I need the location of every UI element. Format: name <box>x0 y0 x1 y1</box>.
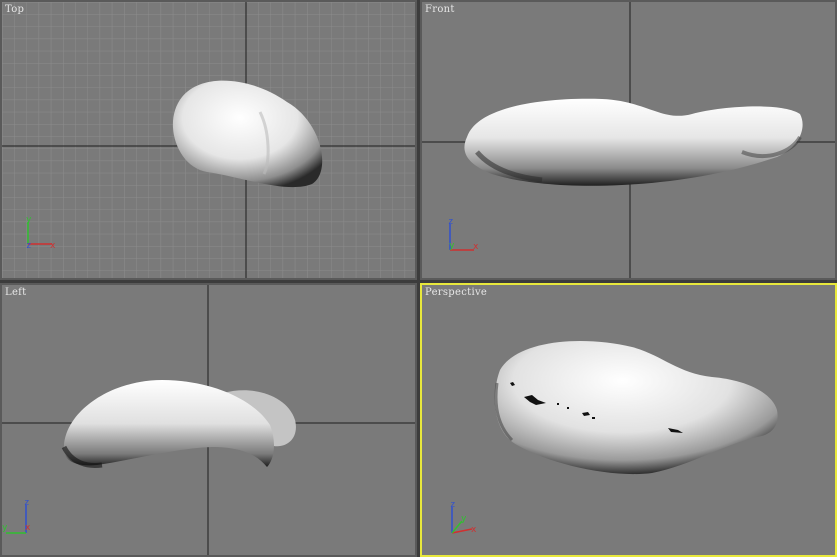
viewport-front[interactable]: Front z x y <box>420 0 837 280</box>
axis-y-letter: y <box>2 523 8 533</box>
axis-y-letter: y <box>461 514 467 524</box>
viewport-perspective[interactable]: Perspective z x y <box>420 283 837 557</box>
axis-tripod-top: y x z <box>26 215 56 251</box>
left-canvas <box>2 285 415 555</box>
viewport-label-perspective[interactable]: Perspective <box>425 287 487 298</box>
axis-y-letter: y <box>449 241 455 251</box>
axis-z-letter: z <box>450 500 455 510</box>
viewport-top[interactable]: Top y x z <box>0 0 417 280</box>
axis-x-letter: x <box>473 242 479 252</box>
axis-z-letter: z <box>448 217 453 227</box>
axis-tripod-front: z x y <box>448 217 479 252</box>
axis-x-letter: x <box>25 523 31 533</box>
viewport-label-left[interactable]: Left <box>5 287 26 298</box>
axis-tripod-perspective: z x y <box>450 500 477 535</box>
viewport-left[interactable]: Left z y x <box>0 283 417 557</box>
axis-x-letter: x <box>471 525 477 535</box>
axis-x-letter: x <box>50 241 56 251</box>
viewport-label-top[interactable]: Top <box>5 4 24 15</box>
viewport-label-front[interactable]: Front <box>425 4 455 15</box>
axis-tripod-left: z y x <box>2 498 31 534</box>
axis-z-letter: z <box>24 498 29 508</box>
axis-z-letter: z <box>26 241 31 251</box>
object-perspective-view[interactable] <box>494 340 778 475</box>
axis-y-letter: y <box>26 215 32 225</box>
